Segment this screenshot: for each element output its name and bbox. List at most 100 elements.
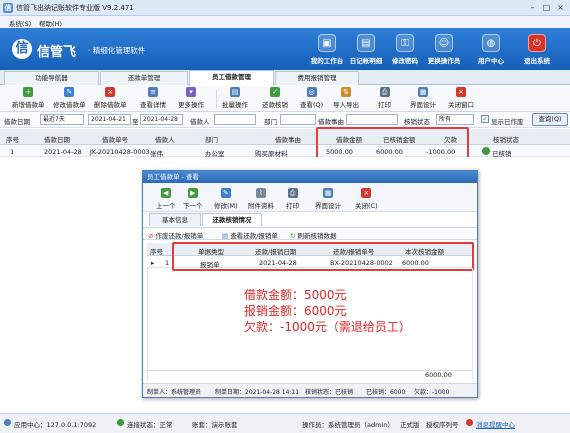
app-icon: 信 xyxy=(3,3,13,13)
date-range-select[interactable]: 最近7天 xyxy=(40,114,84,125)
refresh-icon: ↻ xyxy=(290,232,296,240)
borrower-input[interactable] xyxy=(214,114,256,125)
batch-icon: ▤ xyxy=(230,87,240,97)
col-index[interactable]: 序号 xyxy=(6,134,19,144)
switch-operator-button[interactable]: ☺ 更换操作员 xyxy=(419,34,469,65)
ledger-icon: ▤ xyxy=(357,34,375,52)
query-button[interactable]: 查询(Q) xyxy=(532,113,568,126)
more-icon: ▾ xyxy=(186,87,196,97)
status-connection: 连接状态：正常 xyxy=(127,421,173,429)
ui-design-button[interactable]: ▦ 界面设计 xyxy=(410,87,436,109)
import-export-button[interactable]: ⇅ 导入导出 xyxy=(333,87,359,109)
brand-logo: 信 xyxy=(12,39,32,59)
cell-index: 1 xyxy=(10,148,15,156)
view-detail-button[interactable]: ≡ 查看详情 xyxy=(140,87,166,109)
user-center-button[interactable]: ◍ 用户中心 xyxy=(466,34,516,65)
annotation-loan-amount: 借款金额：5000元 xyxy=(244,288,347,302)
minimize-icon[interactable]: – xyxy=(526,2,539,13)
delete-loan-button[interactable]: × 删除借款单 xyxy=(94,87,127,109)
col-reason[interactable]: 借款事由 xyxy=(275,134,301,144)
close-window-button[interactable]: × 关闭窗口 xyxy=(448,87,474,109)
print-button[interactable]: ⎙ 打印 xyxy=(378,87,391,109)
view-icon: ▤ xyxy=(222,232,229,240)
dialog-title: 员工借款单 - 查看 xyxy=(143,171,477,183)
maximize-icon[interactable]: □ xyxy=(540,2,553,13)
tab-function-navigator[interactable]: 功能导航器 xyxy=(4,71,99,85)
highlight-box xyxy=(316,127,469,159)
status-app-center: 应用中心：127.0.0.1:7092 xyxy=(14,421,97,429)
message-center-link[interactable]: 消息提醒中心 xyxy=(476,419,515,429)
footer-maker: 制单人：系统管理员 xyxy=(147,389,202,396)
col-loan-date[interactable]: 借款日期 xyxy=(44,134,70,144)
tab-writeoff-status[interactable]: 还款核销情况 xyxy=(202,213,262,226)
attachment-button[interactable]: ⌇ 附件资料 xyxy=(248,188,274,210)
cell-date: 2021-04-28 xyxy=(44,148,82,156)
void-icon: ⊘ xyxy=(148,232,154,240)
detail-icon: ≡ xyxy=(148,87,158,97)
status-account: 账套：演示账套 xyxy=(192,421,238,429)
row-pointer-icon: ▸ xyxy=(151,259,155,267)
delete-icon: × xyxy=(105,87,116,97)
desk-icon: ▣ xyxy=(318,34,336,52)
app-center-icon xyxy=(4,419,11,426)
arrow-right-icon: ▶ xyxy=(187,188,198,198)
void-repayment-button[interactable]: ⊘ 作废还款/报销单 xyxy=(148,230,203,240)
tab-expense[interactable]: 费用报销管理 xyxy=(275,71,359,85)
power-icon: ⏻ xyxy=(528,34,546,52)
tab-employee-loan[interactable]: 员工借款管理 xyxy=(189,70,274,86)
layout-icon: ▦ xyxy=(418,87,428,97)
menu-system[interactable]: 系统(S) xyxy=(9,18,31,28)
footer-status: 核销状态：已核销 xyxy=(305,389,354,396)
footer-written-off: 已核销：6000 xyxy=(366,389,406,396)
add-loan-button[interactable]: + 新增借款单 xyxy=(12,87,45,109)
refresh-writeoff-button[interactable]: ↻ 刷新核销数据 xyxy=(290,230,337,240)
date-to-input[interactable]: 2021-04-28 xyxy=(140,114,183,125)
batch-actions-button[interactable]: ▤ 批量操作 xyxy=(222,87,248,109)
writeoff-status-label: 核销状态 xyxy=(404,118,430,126)
col-writeoff-status[interactable]: 核销状态 xyxy=(493,134,519,144)
arrow-left-icon: ◀ xyxy=(160,188,171,198)
date-to-separator: 至 xyxy=(132,118,139,126)
col-borrower[interactable]: 借款人 xyxy=(155,134,175,144)
dialog-print-button[interactable]: ⎙ 打印 xyxy=(286,188,299,210)
edit-button[interactable]: ✎ 修改(M) xyxy=(214,188,238,210)
dialog-close-button[interactable]: × 关闭(C) xyxy=(355,188,378,210)
close-window-icon: × xyxy=(456,87,466,97)
repay-writeoff-button[interactable]: ✓ 还款核销 xyxy=(262,87,288,109)
loan-date-label: 借款日期 xyxy=(4,118,30,126)
writeoff-status-select[interactable]: 所有 xyxy=(436,114,474,125)
tab-repayment[interactable]: 还款单管理 xyxy=(100,71,188,85)
show-voided-checkbox[interactable]: ✓ xyxy=(481,115,489,123)
annotation-owed: 欠款：-1000元（需退给员工） xyxy=(244,320,411,334)
prev-button[interactable]: ◀ 上一个 xyxy=(156,188,176,210)
message-icon xyxy=(466,419,473,426)
edit-icon: ✎ xyxy=(220,188,231,198)
dept-label: 部门 xyxy=(264,118,277,126)
window-title: 信管飞出纳记账软件专业版 V9.2.471 xyxy=(16,4,134,12)
col-dept[interactable]: 部门 xyxy=(205,134,218,144)
date-from-input[interactable]: 2021-04-21 xyxy=(88,114,131,125)
dialog-ui-design-button[interactable]: ▦ 界面设计 xyxy=(315,188,341,210)
status-license: 授权序列号 xyxy=(426,421,459,429)
col-loan-number[interactable]: 借款单号 xyxy=(102,134,128,144)
menu-help[interactable]: 帮助(H) xyxy=(39,18,62,28)
edit-loan-button[interactable]: ✎ 修改借款单 xyxy=(53,87,86,109)
close-icon[interactable]: × xyxy=(554,2,567,13)
view-button[interactable]: ◎ 查看(Q) xyxy=(300,87,323,109)
status-edition: 正式版 xyxy=(400,421,420,429)
globe-icon: ◍ xyxy=(482,34,500,52)
tab-basic-info[interactable]: 基本信息 xyxy=(149,213,201,226)
reason-input[interactable] xyxy=(346,114,398,125)
connection-ok-icon xyxy=(117,419,124,426)
edit-icon: ✎ xyxy=(64,87,75,97)
cell-number: JK-20210428-0003 xyxy=(90,148,150,156)
printer-icon: ⎙ xyxy=(287,188,298,198)
status-ok-icon xyxy=(482,147,490,155)
exit-system-button[interactable]: ⏻ 退出系统 xyxy=(512,34,562,65)
next-button[interactable]: ▶ 下一个 xyxy=(183,188,203,210)
view-repayment-button[interactable]: ▤ 查看还款/报销单 xyxy=(222,230,278,240)
dept-input[interactable] xyxy=(280,114,316,125)
footer-make-date: 制单日期：2021-04-28 14:11 xyxy=(215,389,300,396)
more-actions-button[interactable]: ▾ 更多操作 xyxy=(178,87,204,109)
dcol-index[interactable]: 序号 xyxy=(150,246,163,256)
